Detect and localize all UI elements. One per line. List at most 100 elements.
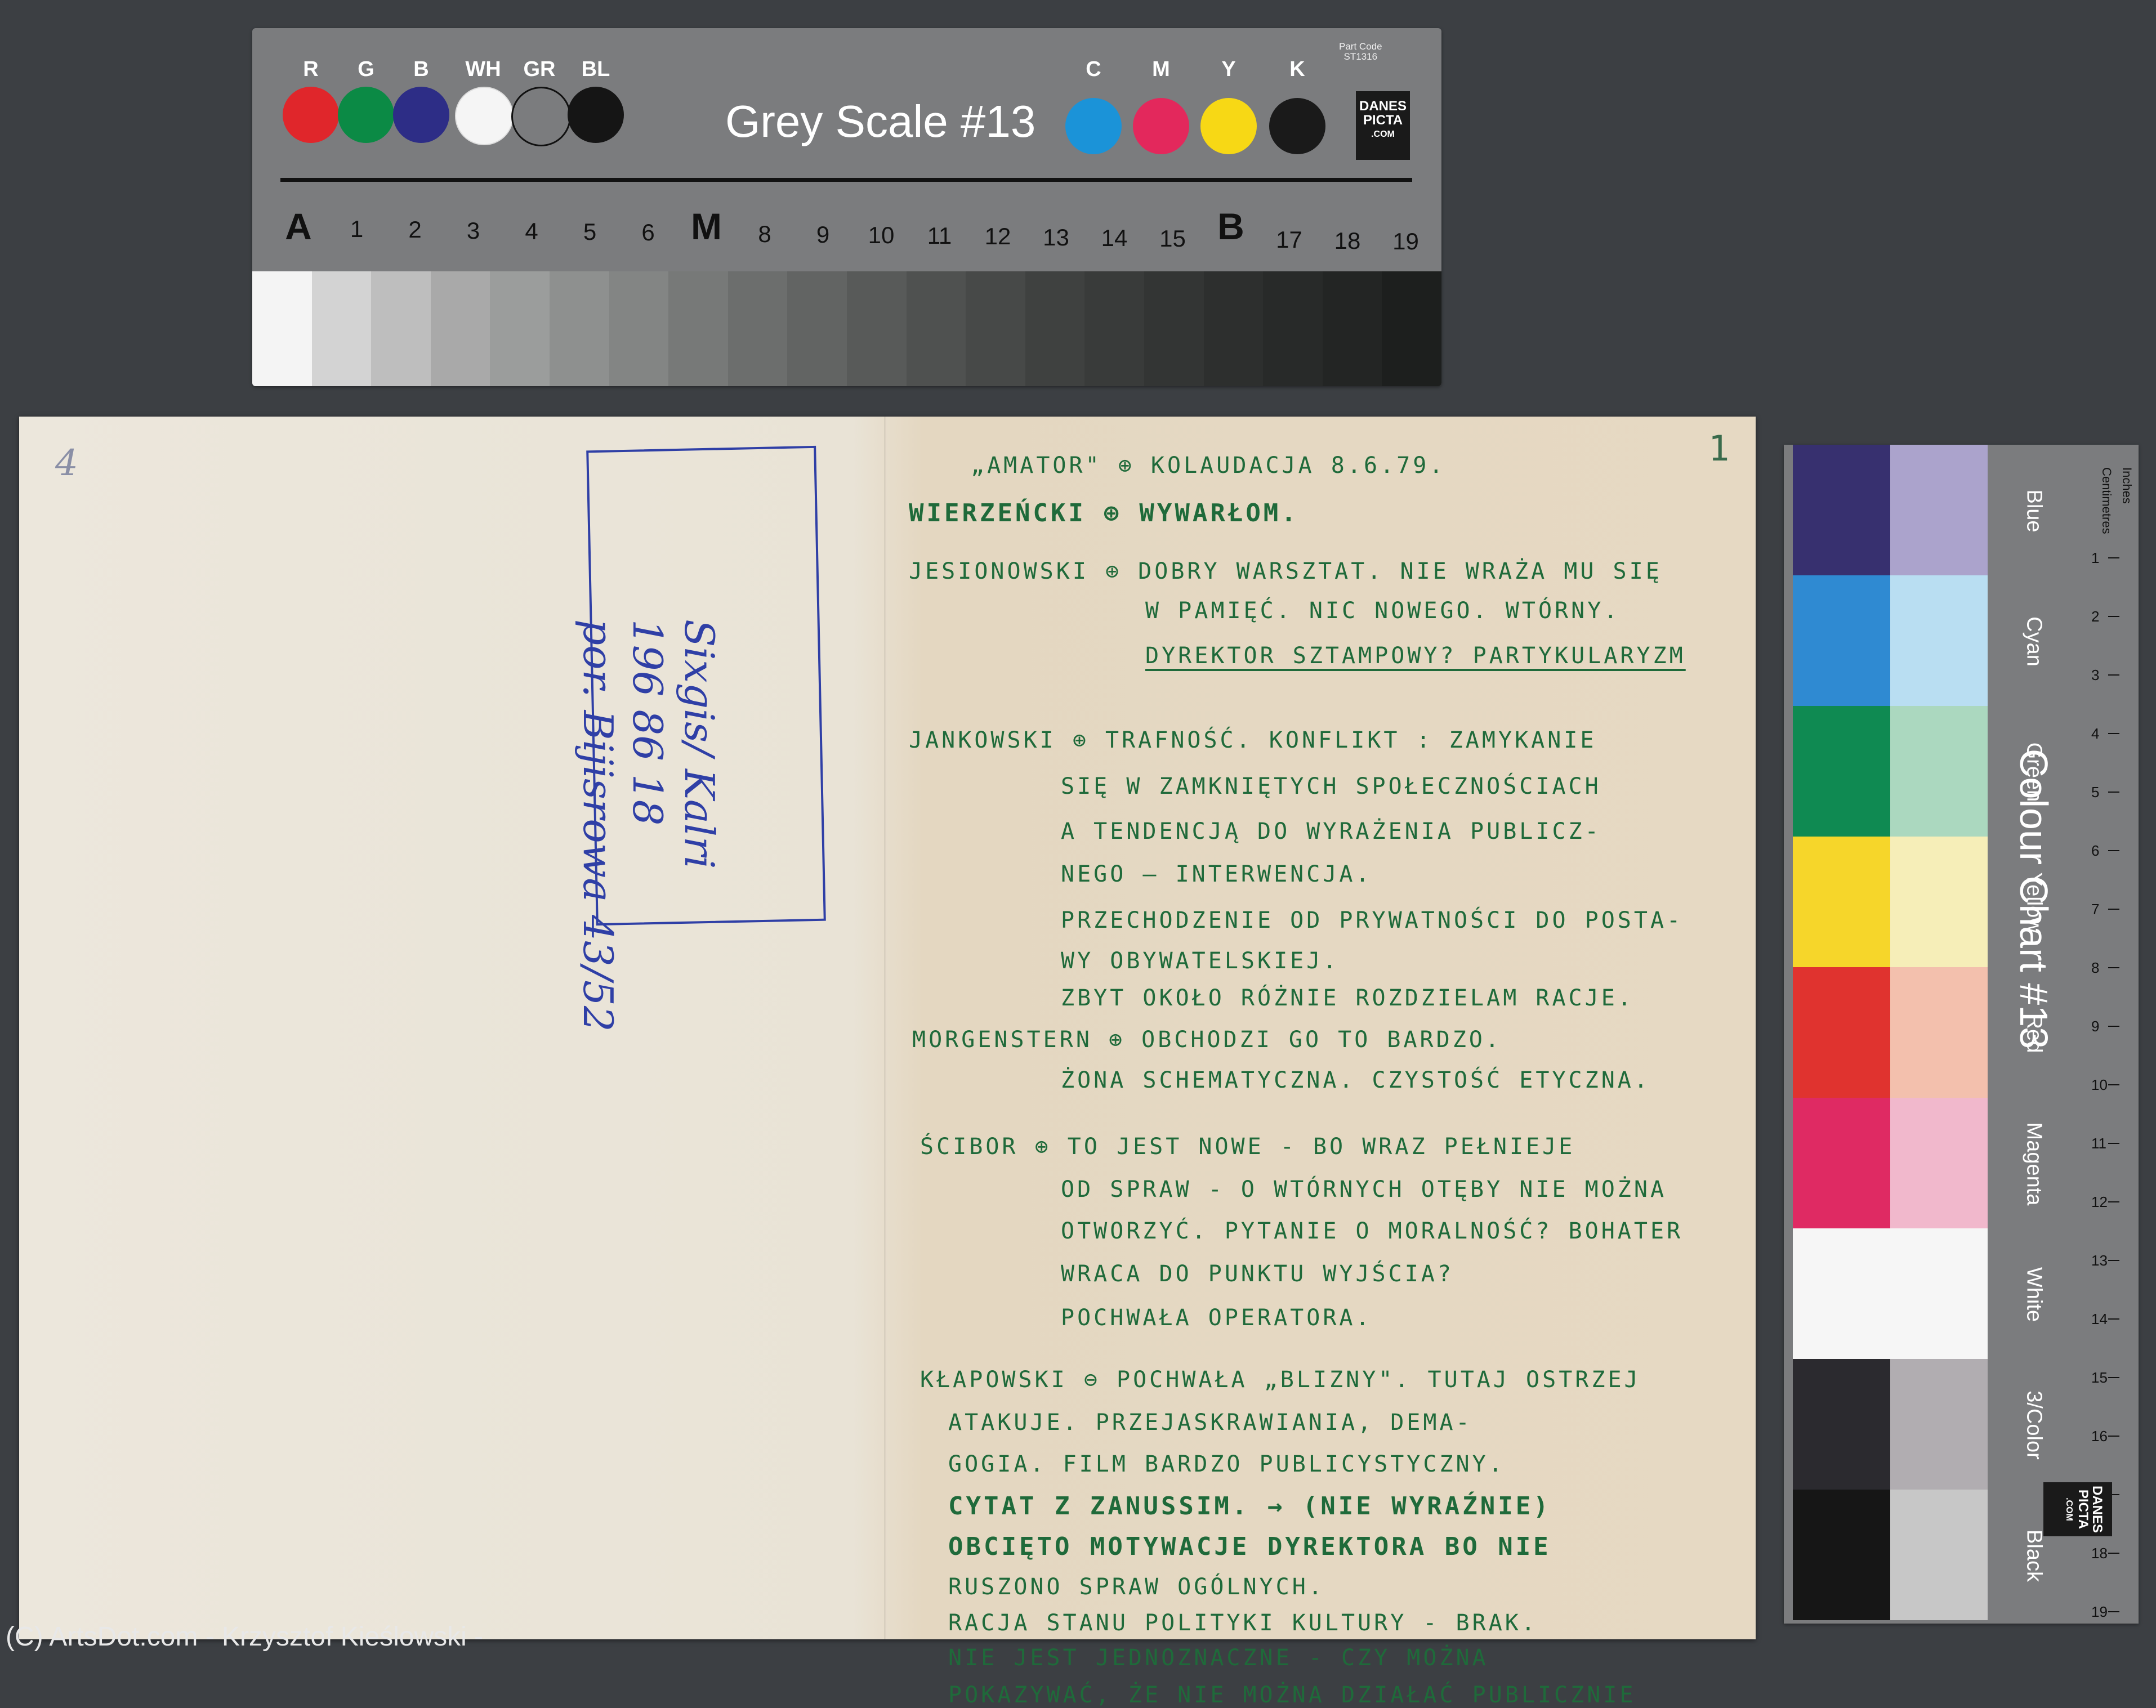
colour-swatch	[1890, 1490, 1988, 1620]
colour-swatch	[1890, 445, 1988, 575]
ruler-number: 11	[2091, 1135, 2106, 1152]
note-line: WY OBYWATELSKIEJ.	[1061, 948, 1340, 974]
ruler-tick	[2108, 792, 2119, 793]
scale-label: 3	[466, 217, 480, 244]
grey-step	[1144, 271, 1204, 386]
ruler-tick	[2108, 1201, 2119, 1202]
note-line: MORGENSTERN ⊕ OBCHODZI GO TO BARDZO.	[912, 1027, 1502, 1053]
chip-name: Cyan	[2022, 616, 2046, 667]
scale-label: 12	[984, 223, 1011, 250]
note-line: „AMATOR" ⊕ KOLAUDACJA 8.6.79.	[971, 453, 1446, 479]
ruler-number: 9	[2091, 1018, 2100, 1035]
part-code: Part Code ST1316	[1339, 41, 1382, 62]
colour-swatch	[1890, 837, 1988, 967]
ruler-number: 4	[2091, 725, 2100, 742]
ruler-label-centimetres: Centimetres	[2100, 467, 2114, 534]
note-line: DYREKTOR SZTAMPOWY? PARTYKULARYZM	[1145, 643, 1686, 669]
ruler-tick	[2108, 967, 2119, 968]
note-line: ZBYT OKOŁO RÓŻNIE ROZDZIELAM RACJE.	[1061, 985, 1634, 1011]
grey-step	[1203, 271, 1264, 386]
colour-dot	[338, 87, 394, 143]
ruler-number: 15	[2091, 1369, 2108, 1386]
colour-swatch	[1793, 967, 1890, 1098]
grey-step	[1084, 271, 1144, 386]
grey-step	[1382, 271, 1441, 386]
colour-swatch	[1793, 1359, 1890, 1490]
ruler-number: 13	[2091, 1252, 2108, 1269]
colour-dot	[1065, 98, 1122, 154]
ruler-tick	[2108, 1436, 2119, 1437]
note-line: KŁAPOWSKI ⊖ POCHWAŁA „BLIZNY". TUTAJ OST…	[920, 1367, 1641, 1393]
chip-name: Black	[2022, 1530, 2046, 1582]
note-line: CYTAT Z ZANUSSIM. → (NIE WYRAŹNIE)	[948, 1492, 1551, 1521]
colour-swatches	[1793, 445, 1988, 1624]
ruler-number: 14	[2091, 1311, 2108, 1327]
colour-dot	[455, 87, 514, 145]
dot-label: B	[413, 57, 429, 81]
scale-label: 18	[1334, 227, 1361, 254]
grey-step	[727, 271, 788, 386]
note-line: WRACA DO PUNKTU WYJŚCIA?	[1061, 1261, 1454, 1287]
colour-chart-title: Colour Chart #13	[2012, 749, 2056, 1049]
dot-label: Y	[1221, 57, 1236, 81]
divider-rule	[280, 178, 1412, 182]
ruler-number: 12	[2091, 1193, 2108, 1210]
ruler-tick	[2108, 909, 2119, 910]
scale-label: 5	[583, 218, 597, 245]
colour-dot	[1133, 98, 1189, 154]
ruler-number: 8	[2091, 959, 2100, 976]
scale-label: A	[285, 205, 312, 247]
note-line: SIĘ W ZAMKNIĘTYCH SPOŁECZNOŚCIACH	[1061, 773, 1601, 799]
colour-swatch	[1793, 1098, 1890, 1228]
note-line: NEGO — INTERWENCJA.	[1061, 861, 1372, 887]
ruler-tick	[2108, 1318, 2119, 1320]
danes-picta-logo: DANES PICTA .COM	[1356, 91, 1410, 160]
ruler-tick	[2108, 674, 2119, 676]
colour-swatch	[1890, 575, 1988, 706]
grey-step	[430, 271, 490, 386]
grey-step	[549, 271, 609, 386]
grey-scale-card: R G B WH GR BL Grey Scale #13 CMYK Part Code …	[252, 28, 1441, 386]
colour-dot	[568, 87, 624, 143]
note-line: PRZECHODZENIE OD PRYWATNOŚCI DO POSTA-	[1061, 907, 1684, 933]
chip-name: White	[2022, 1267, 2046, 1322]
scale-label: M	[691, 205, 722, 247]
colour-swatch	[1793, 575, 1890, 706]
note-line: GOGIA. FILM BARDZO PUBLICYSTYCZNY.	[948, 1451, 1505, 1477]
dot-label: BL	[581, 57, 610, 81]
colour-dot	[1200, 98, 1257, 154]
note-line: JESIONOWSKI ⊕ DOBRY WARSZTAT. NIE WRAŻA …	[909, 558, 1662, 584]
colour-swatch	[1890, 1098, 1988, 1228]
ruler-number: 3	[2091, 667, 2100, 683]
note-line: ŚCIBOR ⊕ TO JEST NOWE - BO WRAZ PEŁNIEJE	[920, 1134, 1575, 1160]
scale-label: 10	[868, 222, 895, 248]
ruler-number: 10	[2091, 1076, 2108, 1093]
ruler-number: 5	[2091, 784, 2100, 801]
chip-name: 3/Color	[2022, 1390, 2046, 1460]
note-line: ATAKUJE. PRZEJASKRAWIANIA, DEMA-	[948, 1410, 1472, 1436]
scale-label: 1	[350, 216, 364, 243]
grey-scale-title: Grey Scale #13	[725, 96, 1036, 146]
scale-label: 9	[816, 221, 830, 248]
ruler-number: 2	[2091, 608, 2100, 625]
ruler-tick	[2108, 1377, 2119, 1378]
scale-label: 17	[1276, 226, 1302, 253]
watermark-text: (C) ArtsDot.com - Krzysztof Kieślowski -	[6, 1622, 484, 1652]
ruler-tick	[2108, 1553, 2119, 1554]
note-line: JANKOWSKI ⊕ TRAFNOŚĆ. KONFLIKT : ZAMYKAN…	[909, 727, 1597, 753]
colour-chart-card: Blue Cyan Green Yellow Red Magenta White 3/Colo…	[1784, 445, 2139, 1624]
handwritten-letter: 4 1 Sixgis/ Kalri 196 86 18 por. Bijisro…	[19, 417, 1756, 1708]
ruler-number: 7	[2091, 901, 2100, 918]
grey-step	[252, 271, 312, 386]
colour-dot	[283, 87, 339, 143]
handwritten-notes: „AMATOR" ⊕ KOLAUDACJA 8.6.79. WIERZEŃCKI …	[903, 430, 1748, 1708]
colour-dot	[511, 87, 571, 146]
scale-label: 4	[525, 217, 538, 244]
colour-swatch	[1793, 706, 1890, 837]
colour-dot	[1269, 98, 1325, 154]
note-line: OD SPRAW - O WTÓRNYCH OTĘBY NIE MOŻNA	[1061, 1177, 1667, 1202]
dot-label: C	[1086, 57, 1101, 81]
scale-label: 14	[1101, 224, 1128, 251]
chip-name: Blue	[2022, 489, 2046, 533]
colour-swatch	[1793, 1490, 1890, 1620]
